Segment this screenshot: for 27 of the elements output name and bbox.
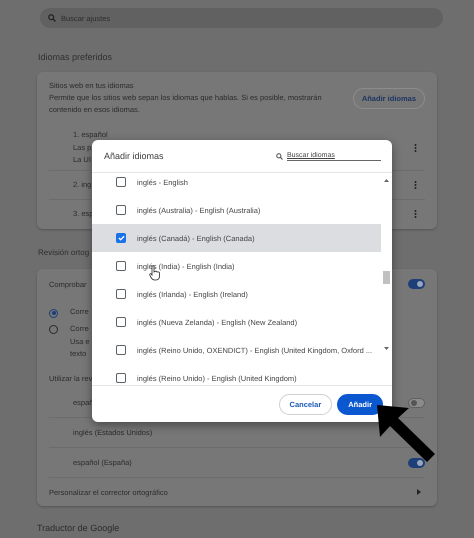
caret-icon	[417, 489, 421, 495]
checkbox[interactable]	[116, 205, 126, 215]
scrollbar-thumb[interactable]	[383, 271, 390, 284]
scroll-up-icon[interactable]	[384, 179, 389, 182]
toggle-switch[interactable]	[408, 458, 425, 468]
section-title: Revisión ortog	[38, 248, 90, 258]
dialog-title: Añadir idiomas	[104, 151, 164, 161]
search-icon	[276, 152, 283, 160]
checkbox[interactable]	[116, 373, 126, 383]
section-title: Traductor de Google	[37, 523, 120, 533]
scroll-down-icon[interactable]	[384, 347, 389, 350]
more-icon[interactable]	[414, 180, 417, 190]
checkbox[interactable]	[116, 177, 126, 187]
arrow-icon	[375, 403, 437, 463]
section-title: Idiomas preferidos	[38, 52, 114, 62]
checkbox[interactable]	[116, 289, 126, 299]
toggle-switch[interactable]	[408, 279, 425, 289]
toggle-switch[interactable]	[408, 398, 425, 408]
radio-button[interactable]	[49, 308, 58, 318]
search-icon	[48, 14, 56, 22]
checkbox[interactable]	[116, 261, 126, 271]
checkbox[interactable]	[116, 233, 126, 243]
checkbox[interactable]	[116, 317, 126, 327]
checkbox[interactable]	[116, 345, 126, 355]
more-icon[interactable]	[414, 209, 417, 219]
radio-button[interactable]	[49, 325, 58, 334]
more-icon[interactable]	[414, 143, 417, 153]
